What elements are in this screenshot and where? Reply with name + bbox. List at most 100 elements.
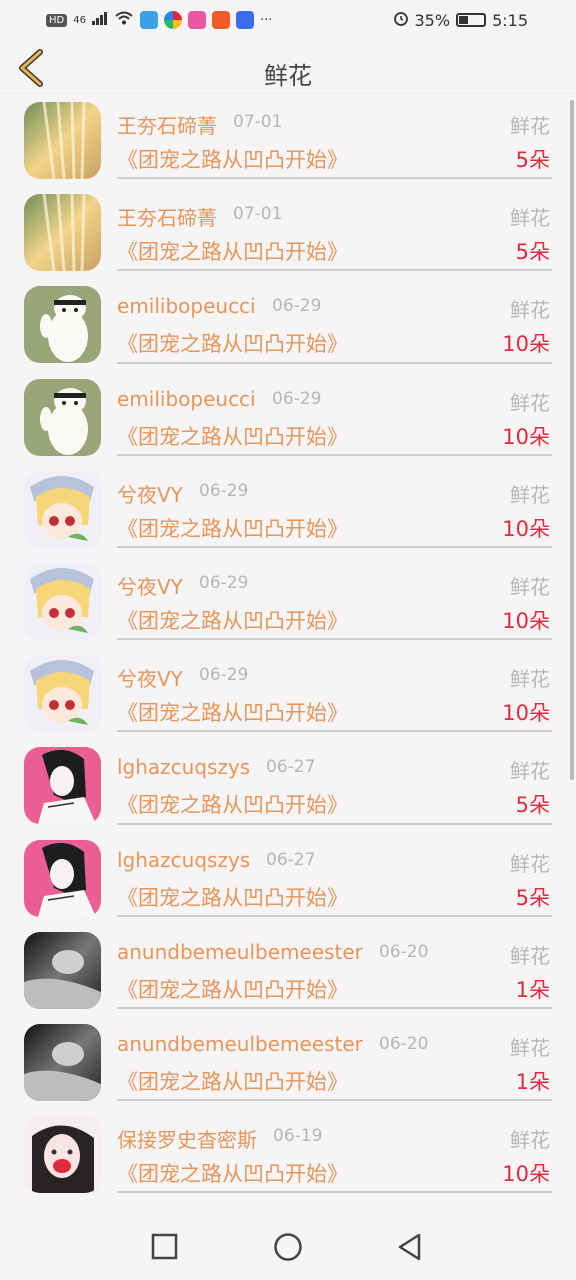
list-item[interactable]: 保接罗史杳密斯 06-19 鲜花 《团宠之路从凹凸开始》 10朵 bbox=[0, 1108, 576, 1200]
gift-date: 06-27 bbox=[266, 849, 316, 870]
row-divider bbox=[117, 361, 552, 364]
username[interactable]: 兮夜VY bbox=[117, 571, 183, 600]
list-item[interactable]: 王夯石碲菁 07-01 鲜花 《团宠之路从凹凸开始》 5朵 bbox=[0, 186, 576, 278]
avatar[interactable] bbox=[24, 1023, 101, 1101]
username[interactable]: lghazcuqszys bbox=[117, 848, 250, 872]
row-divider bbox=[117, 730, 552, 733]
list-item[interactable]: lghazcuqszys 06-27 鲜花 《团宠之路从凹凸开始》 5朵 bbox=[0, 739, 576, 831]
book-title[interactable]: 《团宠之路从凹凸开始》 bbox=[117, 1158, 348, 1188]
row-divider bbox=[117, 1099, 552, 1102]
gift-date: 06-29 bbox=[199, 665, 249, 686]
list-item[interactable]: lghazcuqszys 06-27 鲜花《团宠之路从凹凸开始》 5朵 bbox=[0, 832, 576, 924]
more-icon: ··· bbox=[259, 12, 273, 28]
list-item[interactable]: emilibopeucci 06-29 鲜花 《团宠之路从凹凸开始》 10朵 bbox=[0, 371, 576, 463]
book-title[interactable]: 《团宠之路从凹凸开始》 bbox=[117, 697, 348, 727]
avatar[interactable] bbox=[24, 1116, 101, 1194]
battery-percent: 35% bbox=[414, 10, 451, 30]
avatar[interactable] bbox=[24, 470, 101, 548]
list-item[interactable]: emilibopeucci 06-29 鲜花 《团宠之路从凹凸开始》 10朵 bbox=[0, 278, 576, 370]
list-item[interactable]: anundbemeulbemeester 06-20 鲜花 《团宠之路从凹凸开始》 1朵 bbox=[0, 1016, 576, 1108]
polar-bear-avatar-image bbox=[24, 286, 101, 364]
flower-count: 1朵 bbox=[515, 1069, 550, 1094]
book-title[interactable]: 《团宠之路从凹凸开始》 bbox=[117, 328, 348, 358]
row-divider bbox=[117, 269, 552, 272]
row-divider bbox=[117, 1191, 552, 1194]
book-title[interactable]: 《团宠之路从凹凸开始》 bbox=[117, 421, 348, 451]
book-title[interactable]: 《团宠之路从凹凸开始》 bbox=[117, 1066, 348, 1096]
gift-date: 06-29 bbox=[199, 572, 249, 593]
app-icon-color bbox=[163, 11, 182, 29]
username[interactable]: 兮夜VY bbox=[117, 479, 183, 508]
dark-hair-pink-avatar-image bbox=[24, 747, 101, 825]
book-title[interactable]: 《团宠之路从凹凸开始》 bbox=[117, 144, 348, 174]
flower-count: 5朵 bbox=[515, 240, 550, 265]
book-title[interactable]: 《团宠之路从凹凸开始》 bbox=[117, 882, 348, 912]
flower-count: 10朵 bbox=[502, 608, 550, 633]
row-divider bbox=[117, 914, 552, 917]
username[interactable]: 保接罗史杳密斯 bbox=[117, 1124, 257, 1153]
list-item[interactable]: 兮夜VY 06-29 鲜花 《团宠之路从凹凸开始》 10朵 bbox=[0, 463, 576, 555]
username[interactable]: anundbemeulbemeester bbox=[117, 1032, 363, 1056]
gift-type: 鲜花 bbox=[510, 667, 550, 692]
anime-blonde-avatar-image bbox=[24, 562, 101, 640]
home-button[interactable] bbox=[273, 1232, 303, 1262]
flower-count: 5朵 bbox=[515, 148, 550, 172]
gift-type: 鲜花 bbox=[510, 1035, 550, 1060]
gift-type: 鲜花 bbox=[510, 206, 550, 231]
avatar[interactable] bbox=[24, 931, 101, 1009]
flower-count: 5朵 bbox=[515, 793, 550, 818]
gift-date: 06-29 bbox=[199, 480, 249, 501]
flower-count: 5朵 bbox=[515, 885, 550, 910]
book-title[interactable]: 《团宠之路从凹凸开始》 bbox=[117, 236, 348, 266]
list-item[interactable]: 王夯石碲菁 07-01 鲜花 《团宠之路从凹凸开始》 5朵 bbox=[0, 94, 576, 186]
row-divider bbox=[117, 453, 552, 456]
page-title: 鲜花 bbox=[264, 62, 312, 90]
book-title[interactable]: 《团宠之路从凹凸开始》 bbox=[117, 605, 348, 635]
username[interactable]: emilibopeucci bbox=[117, 294, 256, 318]
book-title[interactable]: 《团宠之路从凹凸开始》 bbox=[117, 974, 348, 1004]
avatar[interactable] bbox=[24, 655, 101, 733]
avatar[interactable] bbox=[24, 839, 101, 917]
wifi-icon bbox=[114, 10, 134, 30]
gift-type: 鲜花 bbox=[510, 298, 550, 323]
username[interactable]: 兮夜VY bbox=[117, 663, 183, 692]
avatar[interactable] bbox=[24, 102, 101, 179]
username[interactable]: 王夯石碲菁 bbox=[117, 202, 217, 231]
light-rays-avatar-image bbox=[24, 194, 101, 272]
app-icon-game bbox=[187, 11, 206, 29]
username[interactable]: lghazcuqszys bbox=[117, 755, 250, 779]
status-left: HD 46 ··· bbox=[46, 10, 272, 30]
gift-type: 鲜花 bbox=[510, 1128, 550, 1153]
list-item[interactable]: 兮夜VY 06-29 鲜花 《团宠之路从凹凸开始》 10朵 bbox=[0, 647, 576, 739]
list-item[interactable]: 兮夜VY 06-29 鲜花《团宠之路从凹凸开始》 10朵 bbox=[0, 555, 576, 647]
flower-gift-list: 王夯石碲菁 07-01 鲜花 《团宠之路从凹凸开始》 5朵 王夯石碲菁 07-01 鲜花 《团宠… bbox=[0, 94, 576, 1214]
avatar[interactable] bbox=[24, 194, 101, 272]
book-title[interactable]: 《团宠之路从凹凸开始》 bbox=[117, 789, 348, 819]
girl-red-avatar-image bbox=[24, 1116, 101, 1194]
system-nav-bar bbox=[0, 1214, 576, 1280]
avatar[interactable] bbox=[24, 562, 101, 640]
scrollbar[interactable] bbox=[570, 100, 574, 780]
recent-apps-button[interactable] bbox=[150, 1232, 180, 1262]
row-divider bbox=[117, 1006, 552, 1009]
flower-count: 1朵 bbox=[515, 977, 550, 1002]
gift-type: 鲜花 bbox=[510, 574, 550, 599]
hd-badge: HD bbox=[46, 13, 68, 27]
status-bar: HD 46 ··· 35% 5:15 bbox=[0, 0, 576, 42]
avatar[interactable] bbox=[24, 378, 101, 456]
gift-date: 06-19 bbox=[273, 1126, 323, 1147]
gift-type: 鲜花 bbox=[510, 851, 550, 876]
username[interactable]: anundbemeulbemeester bbox=[117, 940, 363, 964]
list-item[interactable]: anundbemeulbemeester 06-20 鲜花 《团宠之路从凹凸开始》 1朵 bbox=[0, 924, 576, 1016]
app-header: 鲜花 bbox=[0, 42, 576, 94]
polar-bear-avatar-image bbox=[24, 378, 101, 456]
back-button[interactable] bbox=[395, 1232, 425, 1262]
row-divider bbox=[117, 822, 552, 825]
avatar[interactable] bbox=[24, 286, 101, 364]
book-title[interactable]: 《团宠之路从凹凸开始》 bbox=[117, 513, 348, 543]
avatar[interactable] bbox=[24, 747, 101, 825]
username[interactable]: 王夯石碲菁 bbox=[117, 110, 217, 139]
username[interactable]: emilibopeucci bbox=[117, 387, 256, 411]
gift-date: 06-20 bbox=[379, 941, 429, 962]
app-icon-orange bbox=[211, 11, 230, 29]
